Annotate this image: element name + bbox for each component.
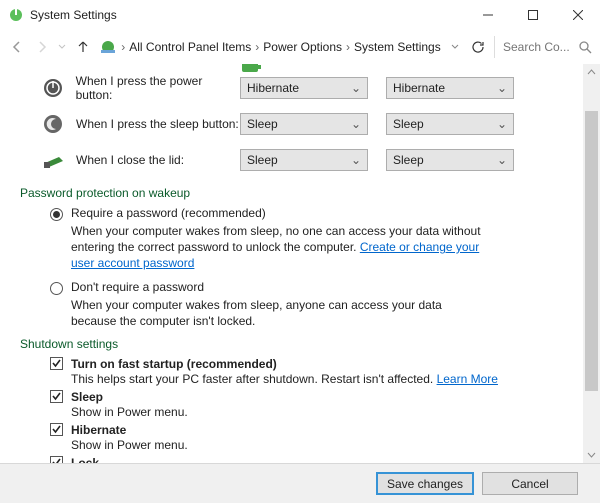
radio-icon [50,208,63,221]
no-password-radio[interactable]: Don't require a password [50,280,569,295]
password-section-title: Password protection on wakeup [20,186,569,200]
checkbox-label: Turn on fast startup (recommended) [71,357,277,371]
sleep-checkbox[interactable]: Sleep [50,390,569,404]
breadcrumb-item[interactable]: Power Options [263,40,342,54]
power-icon [40,75,66,101]
chevron-right-icon: › [121,40,125,54]
app-icon [8,7,24,23]
checkbox-label: Lock [71,456,99,463]
chevron-down-icon: ⌄ [351,81,361,95]
search-input[interactable] [503,40,573,54]
recent-locations-dropdown[interactable] [58,43,66,51]
hibernate-checkbox[interactable]: Hibernate [50,423,569,437]
fast-startup-checkbox[interactable]: Turn on fast startup (recommended) [50,357,569,371]
save-button[interactable]: Save changes [376,472,474,495]
chevron-down-icon: ⌄ [497,81,507,95]
radio-icon [50,282,63,295]
breadcrumb-item[interactable]: All Control Panel Items [129,40,251,54]
breadcrumb: › All Control Panel Items › Power Option… [99,38,440,56]
power-button-plugged-select[interactable]: Hibernate⌄ [386,77,514,99]
require-password-description: When your computer wakes from sleep, no … [71,223,489,272]
row-label: When I press the sleep button: [76,117,239,131]
close-lid-row: When I close the lid: Sleep⌄ Sleep⌄ [40,142,569,178]
search-icon [579,41,592,54]
hibernate-description: Show in Power menu. [71,438,569,452]
vertical-scrollbar[interactable] [583,64,600,463]
sleep-description: Show in Power menu. [71,405,569,419]
row-label: When I close the lid: [76,153,184,167]
no-password-description: When your computer wakes from sleep, any… [71,297,489,329]
checkbox-label: Hibernate [71,423,126,437]
power-button-battery-select[interactable]: Hibernate⌄ [240,77,368,99]
chevron-down-icon: ⌄ [351,153,361,167]
checkbox-icon [50,423,63,436]
laptop-icon [40,147,66,173]
sleep-button-plugged-select[interactable]: Sleep⌄ [386,113,514,135]
moon-icon [40,111,66,137]
radio-label: Don't require a password [71,280,204,294]
close-lid-battery-select[interactable]: Sleep⌄ [240,149,368,171]
checkbox-icon [50,357,63,370]
refresh-button[interactable] [469,36,486,58]
chevron-down-icon: ⌄ [351,117,361,131]
content-area: When I press the power button: Hibernate… [0,64,583,463]
up-button[interactable] [74,36,91,58]
window-title: System Settings [30,8,465,22]
breadcrumb-item[interactable]: System Settings [354,40,441,54]
checkbox-icon [50,390,63,403]
minimize-button[interactable] [465,0,510,30]
battery-icon [240,64,266,76]
scroll-thumb[interactable] [585,111,598,391]
chevron-right-icon: › [255,40,259,54]
window-controls [465,0,600,30]
maximize-button[interactable] [510,0,555,30]
scroll-track[interactable] [583,81,600,446]
close-button[interactable] [555,0,600,30]
checkbox-label: Sleep [71,390,103,404]
require-password-radio[interactable]: Require a password (recommended) [50,206,569,221]
lock-checkbox[interactable]: Lock [50,456,569,463]
scroll-down-button[interactable] [583,446,600,463]
control-panel-icon [99,38,117,56]
back-button[interactable] [8,36,25,58]
chevron-down-icon: ⌄ [497,117,507,131]
breadcrumb-dropdown[interactable] [449,43,461,51]
divider [494,36,495,58]
power-button-row: When I press the power button: Hibernate… [40,70,569,106]
shutdown-section-title: Shutdown settings [20,337,569,351]
chevron-right-icon: › [346,40,350,54]
fast-startup-description: This helps start your PC faster after sh… [71,372,569,386]
cancel-button[interactable]: Cancel [482,472,578,495]
search-box[interactable] [503,40,592,54]
sleep-button-battery-select[interactable]: Sleep⌄ [240,113,368,135]
row-label: When I press the power button: [76,74,240,102]
scroll-up-button[interactable] [583,64,600,81]
nav-bar: › All Control Panel Items › Power Option… [0,30,600,64]
close-lid-plugged-select[interactable]: Sleep⌄ [386,149,514,171]
learn-more-link[interactable]: Learn More [437,372,498,386]
sleep-button-row: When I press the sleep button: Sleep⌄ Sl… [40,106,569,142]
radio-label: Require a password (recommended) [71,206,266,220]
chevron-down-icon: ⌄ [497,153,507,167]
forward-button[interactable] [33,36,50,58]
title-bar: System Settings [0,0,600,30]
button-bar: Save changes Cancel [0,463,600,503]
